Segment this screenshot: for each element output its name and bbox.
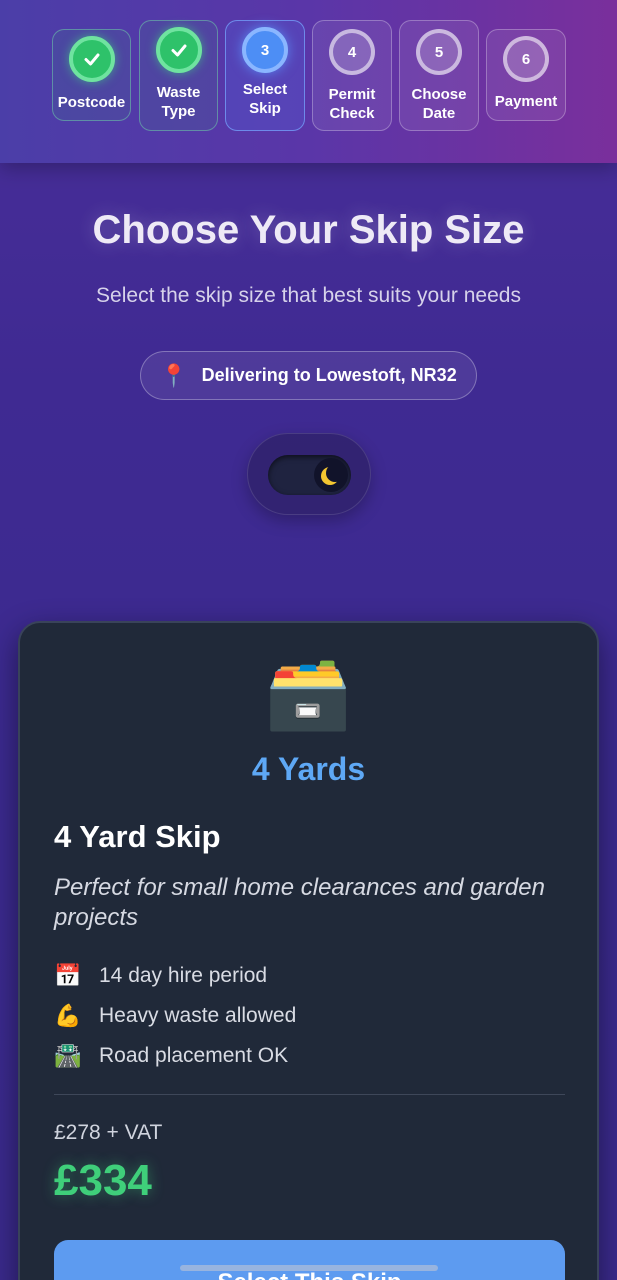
- step-number: 5: [416, 29, 462, 75]
- check-icon: [68, 36, 115, 82]
- step-label: Payment: [494, 93, 558, 110]
- step-select-skip[interactable]: 3 Select Skip: [225, 20, 305, 131]
- step-number: 4: [329, 29, 375, 75]
- moon-icon: [326, 464, 344, 482]
- map-pin-icon: 📍: [160, 362, 188, 388]
- price-total: £334: [54, 1156, 152, 1205]
- feature-text: 14 day hire period: [99, 964, 268, 987]
- theme-toggle-container: [247, 433, 371, 515]
- delivery-location-badge: 📍 Delivering to Lowestoft, NR32: [140, 351, 477, 400]
- card-file-box-icon: 🗃️: [264, 654, 353, 732]
- step-label: Permit Check: [328, 86, 376, 122]
- skip-size-label: 4 Yards: [251, 751, 366, 787]
- flexed-bicep-icon: 💪: [54, 1003, 82, 1028]
- home-indicator[interactable]: [180, 1265, 438, 1271]
- step-number: 6: [503, 36, 549, 82]
- feature-text: Road placement OK: [99, 1044, 289, 1067]
- skip-card[interactable]: 🗃️ 4 Yards 4 Yard Skip Perfect for small…: [18, 621, 599, 1280]
- step-number: 3: [242, 27, 288, 73]
- step-waste-type[interactable]: Waste Type: [139, 20, 218, 131]
- toggle-knob: [314, 458, 348, 492]
- skip-description: Perfect for small home clearances and ga…: [54, 874, 545, 931]
- feature-item: 📅 14 day hire period: [54, 956, 296, 996]
- select-skip-button[interactable]: Select This Skip: [54, 1240, 565, 1280]
- step-permit-check[interactable]: 4 Permit Check: [312, 20, 392, 131]
- road-icon: 🛣️: [54, 1043, 82, 1068]
- page-subtitle: Select the skip size that best suits you…: [96, 284, 521, 307]
- step-label: Waste Type: [156, 84, 201, 120]
- step-choose-date[interactable]: 5 Choose Date: [399, 20, 479, 131]
- delivery-location-text: Delivering to Lowestoft, NR32: [201, 365, 457, 385]
- feature-list: 📅 14 day hire period 💪 Heavy waste allow…: [54, 956, 296, 1076]
- price-before-vat: £278 + VAT: [54, 1121, 163, 1144]
- step-payment[interactable]: 6 Payment: [486, 29, 566, 121]
- progress-stepper: Postcode Waste Type 3 Select Skip 4 Perm…: [0, 0, 617, 163]
- step-postcode[interactable]: Postcode: [52, 29, 131, 121]
- feature-text: Heavy waste allowed: [99, 1004, 297, 1027]
- feature-item: 💪 Heavy waste allowed: [54, 996, 296, 1036]
- step-label: Choose Date: [411, 86, 467, 122]
- step-label: Postcode: [57, 94, 126, 111]
- step-label: Select Skip: [242, 81, 288, 117]
- feature-item: 🛣️ Road placement OK: [54, 1036, 296, 1076]
- page-title: Choose Your Skip Size: [92, 208, 525, 252]
- calendar-icon: 📅: [54, 963, 82, 988]
- check-icon: [155, 27, 202, 73]
- card-divider: [54, 1094, 565, 1095]
- theme-toggle[interactable]: [268, 455, 351, 495]
- skip-name: 4 Yard Skip: [54, 819, 221, 854]
